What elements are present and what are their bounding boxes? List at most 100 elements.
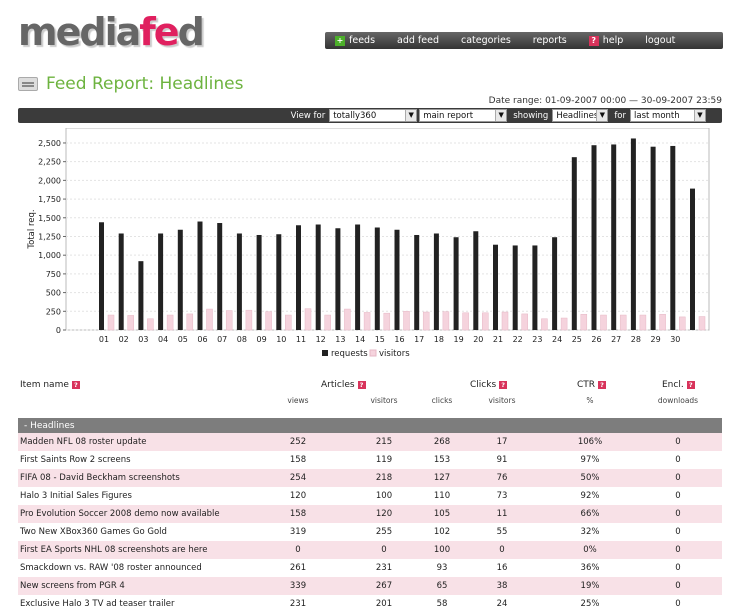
- table-row[interactable]: First Saints Row 2 screens 158 119 153 91 97%…: [18, 451, 722, 469]
- nav-reports[interactable]: reports: [533, 35, 567, 46]
- table-row[interactable]: Madden NFL 08 roster update 252 215 268 17 10…: [18, 433, 722, 451]
- row-item-name[interactable]: FIFA 08 - David Beckham screenshots: [20, 473, 180, 483]
- row-item-name[interactable]: Halo 3 Initial Sales Figures: [20, 491, 132, 501]
- requests-bar: [315, 224, 321, 330]
- nav-help[interactable]: ? help: [588, 35, 624, 46]
- nav-logout[interactable]: logout: [645, 35, 675, 46]
- row-ctr: 66%: [580, 509, 600, 519]
- table-row[interactable]: New screens from PGR 4 339 267 65 38 19% 0: [18, 577, 722, 595]
- showing-select[interactable]: Headlines ▼: [552, 109, 609, 122]
- requests-bar: [236, 233, 242, 330]
- table-row[interactable]: First EA Sports NHL 08 screenshots are h…: [18, 541, 722, 559]
- row-ctr: 36%: [580, 563, 600, 573]
- row-views: 261: [289, 563, 307, 573]
- y-tick-label: 1,750: [38, 195, 61, 204]
- logo-text-1: media: [18, 10, 141, 54]
- table-body: Madden NFL 08 roster update 252 215 268 17 10…: [18, 433, 722, 613]
- row-downloads: 0: [675, 545, 681, 555]
- row-downloads: 0: [675, 455, 681, 465]
- subheader-downloads: downloads: [657, 396, 699, 405]
- row-cvisitors: 55: [496, 527, 508, 537]
- period-select[interactable]: last month ▼: [630, 109, 706, 122]
- header-articles[interactable]: Articles?: [321, 380, 366, 390]
- header-ctr[interactable]: CTR?: [577, 380, 607, 390]
- help-icon[interactable]: ?: [71, 381, 80, 389]
- row-item-name[interactable]: Pro Evolution Soccer 2008 demo now avail…: [20, 509, 220, 519]
- table-row[interactable]: Smackdown vs. RAW '08 roster announced 26…: [18, 559, 722, 577]
- row-visitors: 119: [375, 455, 393, 465]
- requests-bar: [650, 146, 656, 330]
- row-downloads: 0: [675, 437, 681, 447]
- header-encl[interactable]: Encl.?: [662, 380, 695, 390]
- requests-bar: [217, 223, 223, 330]
- y-tick-label: 1,000: [38, 251, 61, 260]
- table-header: Item name? Articles? Clicks? CTR? Encl.?: [18, 380, 722, 394]
- row-downloads: 0: [675, 563, 681, 573]
- y-tick-label: 0: [56, 326, 61, 335]
- row-visitors: 255: [375, 527, 393, 537]
- subheader-visitors: visitors: [370, 396, 398, 405]
- visitors-bar: [462, 312, 469, 331]
- requests-bar: [591, 145, 597, 330]
- section-headlines[interactable]: - Headlines: [18, 418, 722, 433]
- report-type-select[interactable]: main report ▼: [419, 109, 508, 122]
- view-for-value: totally360: [333, 110, 377, 121]
- visitors-bar: [541, 318, 548, 331]
- row-ctr: 32%: [580, 527, 600, 537]
- row-item-name[interactable]: First Saints Row 2 screens: [20, 455, 131, 465]
- nav-feeds[interactable]: + feeds: [335, 35, 375, 46]
- view-for-select[interactable]: totally360 ▼: [329, 109, 418, 122]
- row-ctr: 25%: [580, 599, 600, 609]
- table-row[interactable]: Pro Evolution Soccer 2008 demo now avail…: [18, 505, 722, 523]
- visitors-bar: [206, 308, 213, 331]
- table-row[interactable]: Exclusive Halo 3 TV ad teaser trailer 231…: [18, 595, 722, 613]
- row-item-name[interactable]: Exclusive Halo 3 TV ad teaser trailer: [20, 599, 175, 609]
- nav-categories[interactable]: categories: [461, 35, 511, 46]
- visitors-bar: [679, 316, 686, 331]
- x-tick-label: 04: [158, 335, 168, 344]
- row-cvisitors: 24: [496, 599, 508, 609]
- mediafed-logo[interactable]: mediafed: [18, 10, 205, 54]
- row-ctr: 50%: [580, 473, 600, 483]
- header-clicks[interactable]: Clicks?: [470, 380, 508, 390]
- requests-bar: [118, 233, 124, 330]
- row-item-name[interactable]: Madden NFL 08 roster update: [20, 437, 147, 447]
- row-item-name[interactable]: New screens from PGR 4: [20, 581, 125, 591]
- header-clicks-label: Clicks: [470, 380, 497, 390]
- visitors-bar: [619, 314, 627, 331]
- row-visitors: 120: [375, 509, 393, 519]
- help-icon[interactable]: ?: [499, 381, 508, 389]
- help-icon[interactable]: ?: [598, 381, 607, 389]
- nav-help-label: help: [602, 35, 624, 46]
- row-item-name[interactable]: First EA Sports NHL 08 screenshots are h…: [20, 545, 207, 555]
- y-tick-label: 750: [46, 270, 61, 279]
- table-row[interactable]: FIFA 08 - David Beckham screenshots 254 21…: [18, 469, 722, 487]
- requests-bar: [630, 138, 636, 330]
- chevron-down-icon: ▼: [405, 110, 417, 121]
- help-icon[interactable]: ?: [686, 381, 695, 389]
- header-item-name[interactable]: Item name?: [20, 380, 80, 390]
- row-clicks: 127: [433, 473, 451, 483]
- requests-bar: [670, 145, 676, 330]
- row-views: 120: [289, 491, 307, 501]
- help-icon[interactable]: ?: [357, 381, 366, 389]
- legend-visitors-swatch: [369, 349, 377, 357]
- visitors-bar: [422, 311, 430, 331]
- table-row[interactable]: Halo 3 Initial Sales Figures 120 100 110 73 9…: [18, 487, 722, 505]
- requests-bar: [571, 157, 577, 330]
- table-row[interactable]: Two New XBox360 Games Go Gold 319 255 102 55…: [18, 523, 722, 541]
- legend-requests-swatch: [322, 350, 328, 356]
- requests-bar: [414, 234, 420, 330]
- requests-bar: [276, 234, 282, 330]
- x-tick-label: 17: [414, 335, 424, 344]
- row-item-name[interactable]: Two New XBox360 Games Go Gold: [20, 527, 167, 537]
- x-tick-label: 29: [651, 335, 661, 344]
- nav-add-feed[interactable]: add feed: [397, 35, 439, 46]
- row-item-name[interactable]: Smackdown vs. RAW '08 roster announced: [20, 563, 202, 573]
- row-visitors: 267: [375, 581, 393, 591]
- nav-categories-label: categories: [460, 35, 511, 46]
- filter-bar: View for totally360 ▼ main report ▼ show…: [18, 108, 722, 123]
- chart-svg: 0 250 500 750 1,000 1,250 1,500 1,750 2,000 2,250…: [27, 127, 710, 359]
- requests-bar: [158, 233, 164, 330]
- requests-bar: [355, 224, 361, 330]
